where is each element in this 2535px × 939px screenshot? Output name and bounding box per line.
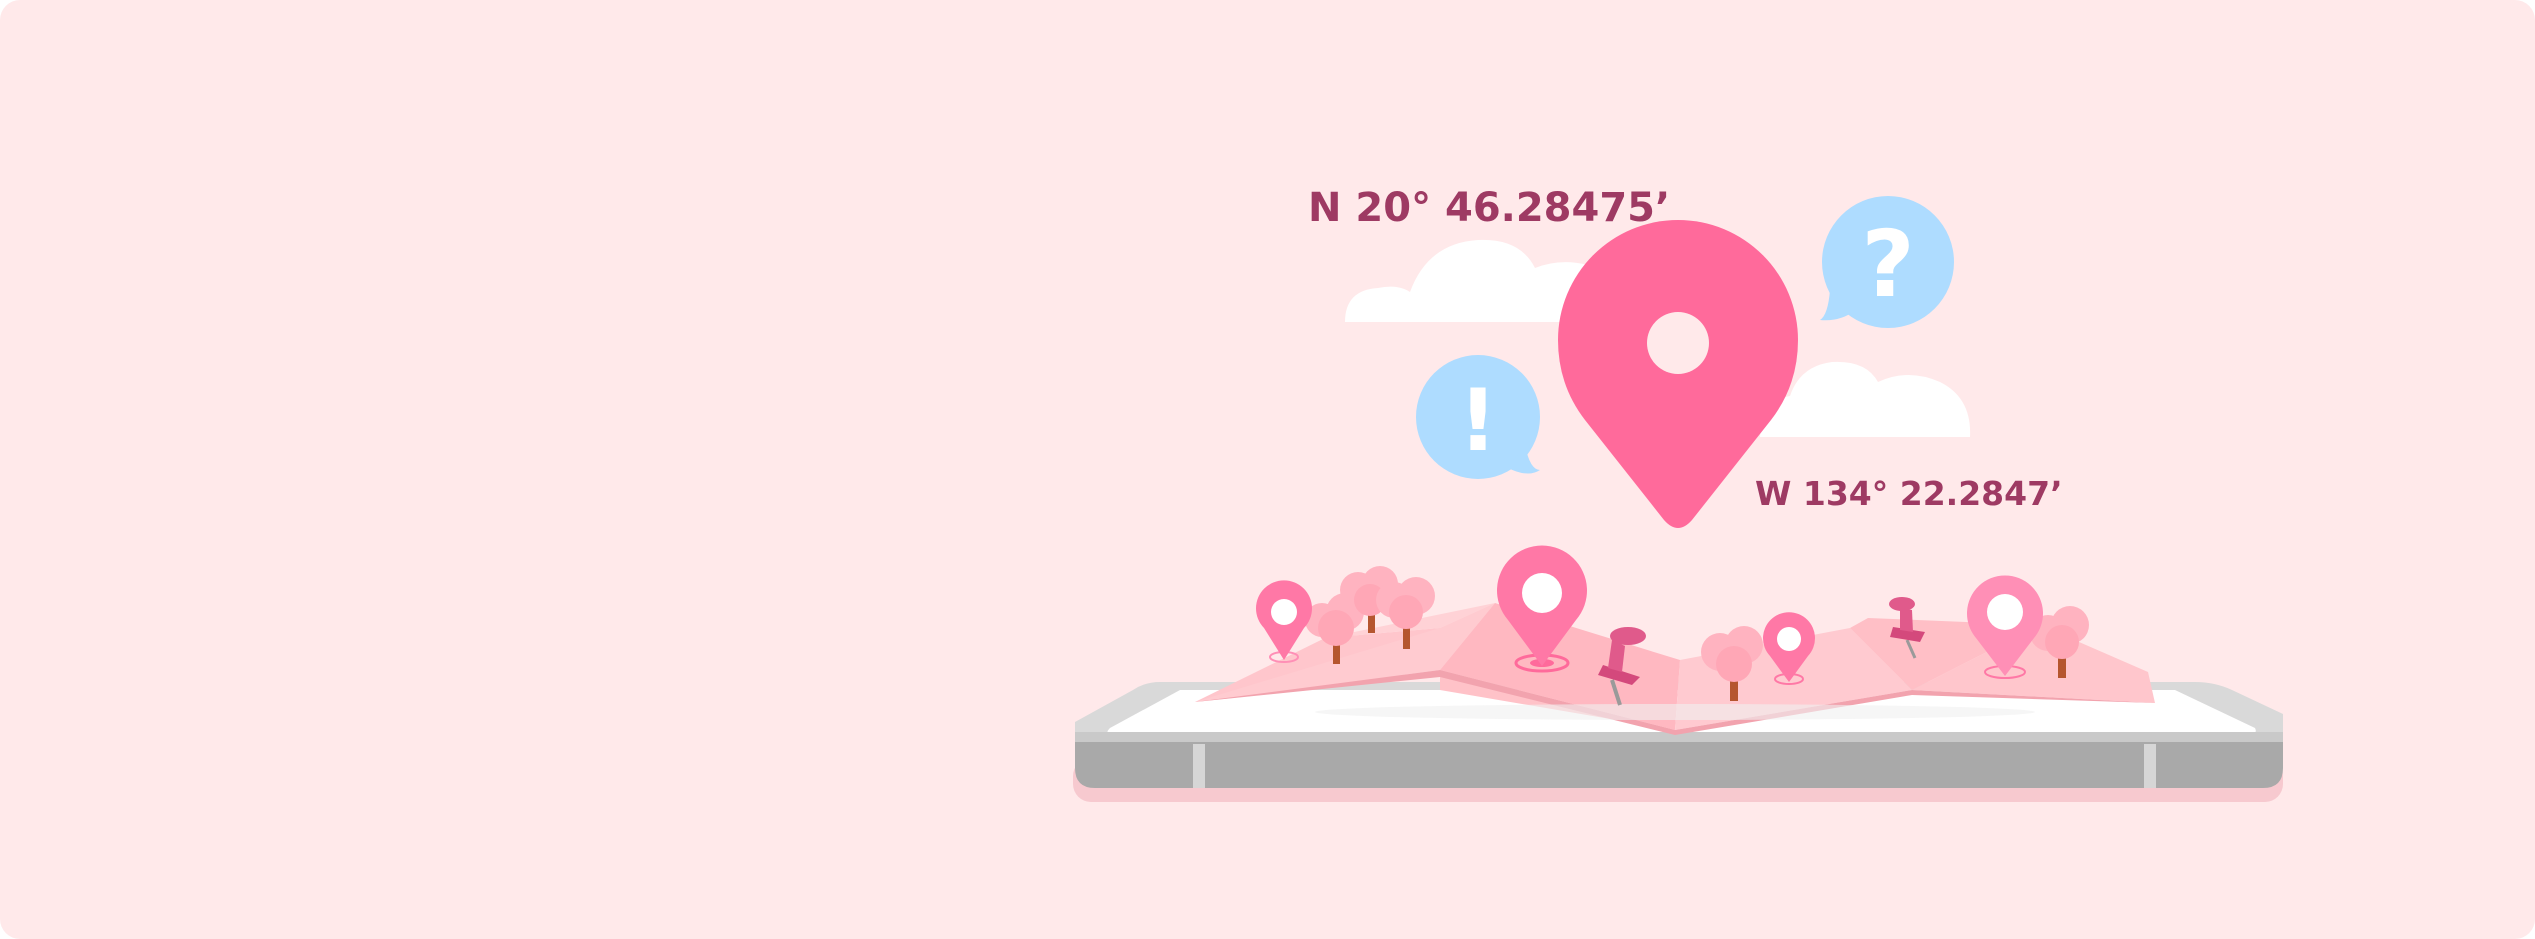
map-shadow — [1315, 704, 2035, 720]
exclamation-bubble: ! — [1416, 355, 1540, 479]
hero-banner: ! ? N 20° 46.28475’ W 134° 22.2847’ — [0, 0, 2535, 939]
question-icon: ? — [1861, 211, 1914, 318]
latitude-label: N 20° 46.28475’ — [1308, 185, 1670, 231]
exclamation-icon: ! — [1458, 371, 1497, 471]
location-map-illustration: ! ? N 20° 46.28475’ W 134° 22.2847’ — [1073, 185, 2283, 802]
question-bubble: ? — [1820, 196, 1954, 328]
longitude-label: W 134° 22.2847’ — [1755, 474, 2063, 513]
